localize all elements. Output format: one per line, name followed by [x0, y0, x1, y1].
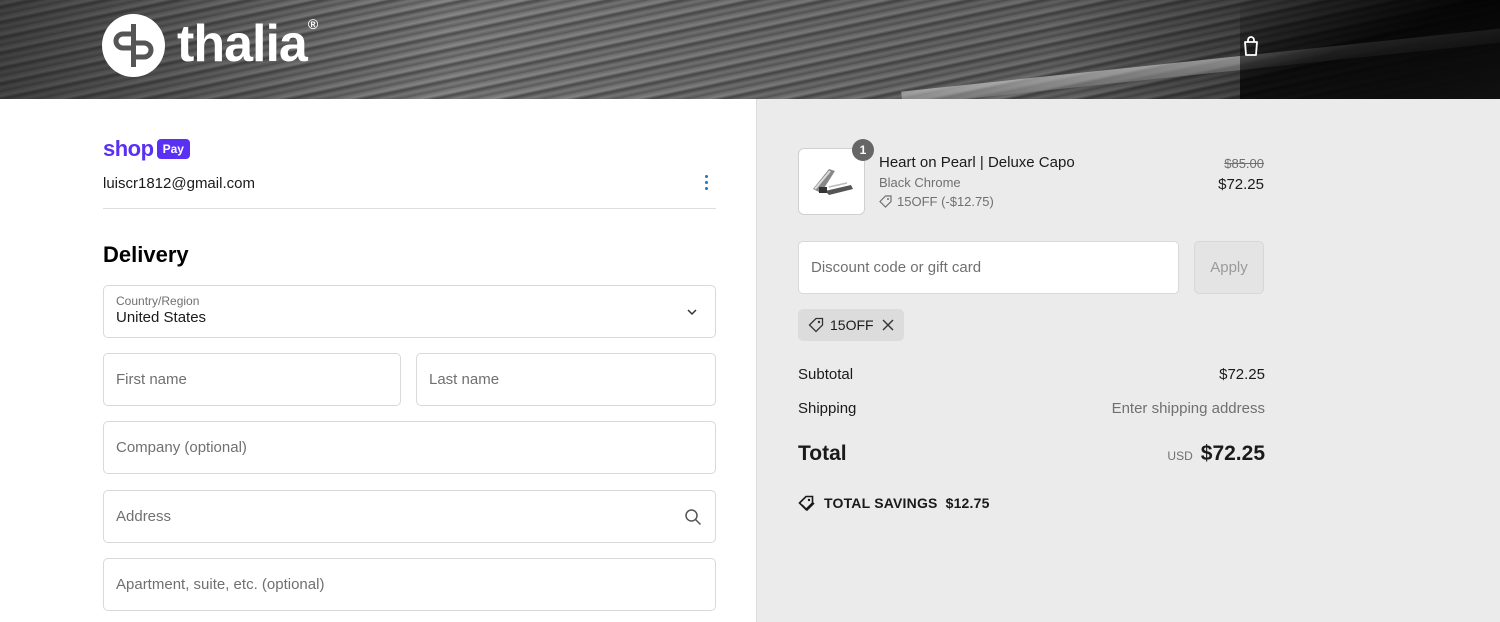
country-region-label: Country/Region	[116, 294, 200, 308]
registered-mark: ®	[307, 15, 319, 32]
order-summary-panel: 1 Heart on Pearl | Deluxe Capo Black Chr…	[756, 99, 1500, 622]
company-placeholder: Company (optional)	[116, 439, 247, 456]
tag-icon	[879, 195, 892, 208]
discount-code-placeholder: Discount code or gift card	[811, 259, 982, 276]
product-name: Heart on Pearl | Deluxe Capo	[879, 154, 1075, 171]
quantity-badge: 1	[852, 139, 874, 161]
first-name-placeholder: First name	[116, 371, 187, 388]
chevron-down-icon	[687, 309, 697, 316]
country-region-select[interactable]: Country/Region United States	[103, 285, 716, 338]
address-placeholder: Address	[116, 508, 172, 525]
brand-name: thalia	[177, 14, 308, 73]
banner-shade	[1240, 0, 1500, 99]
item-price: $72.25	[1218, 176, 1264, 193]
product-discount-text: 15OFF (-$12.75)	[897, 194, 994, 209]
tag-icon	[808, 317, 824, 333]
applied-code-chip: 15OFF	[798, 309, 904, 341]
shop-pay-logo: shop Pay	[103, 138, 190, 160]
shipping-label: Shipping	[798, 400, 857, 417]
subtotal-label: Subtotal	[798, 366, 854, 383]
product-variant: Black Chrome	[879, 175, 961, 190]
account-email: luiscr1812@gmail.com	[103, 175, 255, 192]
shop-pay-badge: Pay	[156, 139, 190, 159]
currency-code: USD	[1167, 449, 1193, 463]
total-label: Total	[798, 442, 847, 465]
company-field[interactable]: Company (optional)	[103, 421, 716, 474]
savings-tag-icon	[798, 495, 815, 511]
apply-discount-button[interactable]: Apply	[1194, 241, 1264, 294]
country-region-value: United States	[116, 309, 207, 326]
savings-label: TOTAL SAVINGS	[824, 495, 938, 511]
close-icon[interactable]	[882, 319, 894, 331]
applied-code-label: 15OFF	[830, 317, 874, 333]
apartment-field[interactable]: Apartment, suite, etc. (optional)	[103, 558, 716, 611]
shipping-row: Shipping Enter shipping address	[798, 400, 1265, 417]
delivery-heading: Delivery	[103, 242, 189, 267]
shopping-bag-icon[interactable]	[1240, 35, 1262, 57]
apartment-placeholder: Apartment, suite, etc. (optional)	[116, 576, 325, 593]
logo-mark-icon	[102, 14, 165, 77]
shop-pay-wordmark: shop	[103, 136, 154, 161]
kebab-menu-icon[interactable]	[700, 173, 712, 193]
search-icon	[685, 509, 702, 526]
total-row: Total USD $72.25	[798, 442, 1265, 466]
subtotal-value: $72.25	[1219, 366, 1265, 383]
discount-code-input[interactable]: Discount code or gift card	[798, 241, 1179, 294]
savings-value: $12.75	[945, 495, 990, 511]
brand-logo[interactable]: thalia ®	[102, 14, 319, 77]
account-divider	[103, 208, 716, 209]
subtotal-row: Subtotal $72.25	[798, 366, 1265, 383]
shipping-value: Enter shipping address	[1111, 400, 1265, 417]
last-name-field[interactable]: Last name	[416, 353, 716, 406]
original-price: $85.00	[1224, 156, 1264, 171]
header-banner: thalia ®	[0, 0, 1500, 99]
total-value: $72.25	[1200, 442, 1265, 465]
first-name-field[interactable]: First name	[103, 353, 401, 406]
total-savings: TOTAL SAVINGS $12.75	[798, 495, 990, 511]
checkout-form-panel: shop Pay luiscr1812@gmail.com Delivery C…	[0, 99, 756, 622]
address-field[interactable]: Address	[103, 490, 716, 543]
product-discount: 15OFF (-$12.75)	[879, 194, 994, 209]
product-thumbnail: 1	[798, 139, 874, 215]
last-name-placeholder: Last name	[429, 371, 500, 388]
